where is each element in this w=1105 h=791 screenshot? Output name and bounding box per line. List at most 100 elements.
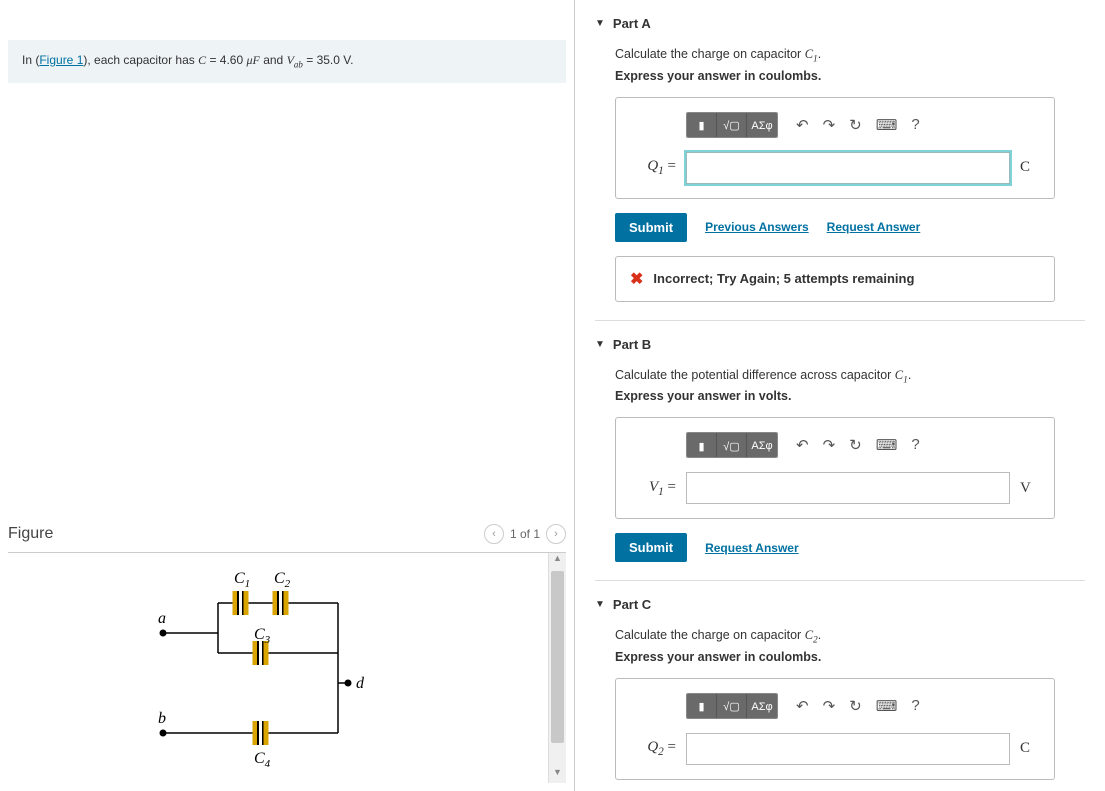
formula-tool-group: ▮ √▢ ΑΣφ bbox=[686, 432, 778, 458]
symbol: C bbox=[805, 47, 813, 61]
redo-button[interactable]: ↷ bbox=[823, 116, 836, 134]
fraction-tool-button[interactable]: ▮ bbox=[687, 113, 717, 138]
part-b-actions: Submit Request Answer bbox=[615, 533, 1085, 562]
next-figure-button[interactable]: › bbox=[546, 524, 566, 544]
svg-text:C4: C4 bbox=[254, 750, 271, 770]
prev-figure-button[interactable]: ‹ bbox=[484, 524, 504, 544]
feedback-text: Incorrect; Try Again; 5 attempts remaini… bbox=[653, 271, 914, 286]
circuit-diagram: C1 C2 C3 C4 a b d bbox=[8, 553, 548, 783]
request-answer-link[interactable]: Request Answer bbox=[705, 541, 799, 555]
svg-text:b: b bbox=[158, 710, 166, 727]
submit-button[interactable]: Submit bbox=[615, 213, 687, 242]
part-a-actions: Submit Previous Answers Request Answer bbox=[615, 213, 1085, 242]
part-c-answer-input[interactable] bbox=[686, 733, 1010, 765]
symbol-C: C bbox=[198, 53, 206, 67]
problem-statement: In (Figure 1), each capacitor has C = 4.… bbox=[8, 40, 566, 83]
request-answer-link[interactable]: Request Answer bbox=[827, 220, 921, 234]
formula-toolbar: ▮ √▢ ΑΣφ ↶ ↷ ↻ ⌨ ? bbox=[686, 693, 1038, 719]
part-b-header[interactable]: ▼ Part B bbox=[595, 329, 1085, 360]
part-a-header[interactable]: ▼ Part A bbox=[595, 8, 1085, 39]
edit-tools: ↶ ↷ ↻ ⌨ ? bbox=[796, 116, 920, 134]
part-c: ▼ Part C Calculate the charge on capacit… bbox=[595, 589, 1085, 791]
text: = 4.60 bbox=[206, 53, 246, 67]
unit-label: C bbox=[1020, 159, 1038, 176]
submit-button[interactable]: Submit bbox=[615, 533, 687, 562]
greek-tool-button[interactable]: ΑΣφ bbox=[747, 694, 777, 719]
formula-toolbar: ▮ √▢ ΑΣφ ↶ ↷ ↻ ⌨ ? bbox=[686, 112, 1038, 138]
part-c-prompt: Calculate the charge on capacitor C2. bbox=[615, 628, 1085, 646]
part-a-answer-box: ▮ √▢ ΑΣφ ↶ ↷ ↻ ⌨ ? Q1 = C bbox=[615, 97, 1055, 199]
keyboard-button[interactable]: ⌨ bbox=[876, 116, 898, 134]
part-c-title: Part C bbox=[613, 597, 651, 612]
svg-text:a: a bbox=[158, 610, 166, 627]
part-b-instruction: Express your answer in volts. bbox=[615, 389, 1085, 403]
text: and bbox=[260, 53, 287, 67]
text: . bbox=[818, 47, 821, 61]
keyboard-button[interactable]: ⌨ bbox=[876, 436, 898, 454]
fraction-tool-button[interactable]: ▮ bbox=[687, 694, 717, 719]
part-a-answer-input[interactable] bbox=[686, 152, 1010, 184]
part-a-title: Part A bbox=[613, 16, 651, 31]
left-pane: In (Figure 1), each capacitor has C = 4.… bbox=[0, 0, 575, 791]
help-button[interactable]: ? bbox=[911, 697, 919, 715]
incorrect-icon: ✖ bbox=[630, 269, 643, 289]
variable-label: V1 = bbox=[632, 479, 676, 498]
figure-link[interactable]: Figure 1 bbox=[39, 53, 83, 67]
part-c-header[interactable]: ▼ Part C bbox=[595, 589, 1085, 620]
sqrt-tool-button[interactable]: √▢ bbox=[717, 694, 747, 719]
figure-canvas: C1 C2 C3 C4 a b d ▲ ▼ bbox=[8, 553, 566, 783]
help-button[interactable]: ? bbox=[911, 436, 919, 454]
text: . bbox=[818, 628, 821, 642]
greek-tool-button[interactable]: ΑΣφ bbox=[747, 433, 777, 458]
redo-button[interactable]: ↷ bbox=[823, 436, 836, 454]
fraction-tool-button[interactable]: ▮ bbox=[687, 433, 717, 458]
figure-pager: ‹ 1 of 1 › bbox=[484, 524, 566, 544]
undo-button[interactable]: ↶ bbox=[796, 697, 809, 715]
help-button[interactable]: ? bbox=[911, 116, 919, 134]
symbol-V: V bbox=[287, 53, 294, 67]
sqrt-tool-button[interactable]: √▢ bbox=[717, 113, 747, 138]
undo-button[interactable]: ↶ bbox=[796, 116, 809, 134]
input-row: Q2 = C bbox=[632, 733, 1038, 765]
greek-tool-button[interactable]: ΑΣφ bbox=[747, 113, 777, 138]
part-a-instruction: Express your answer in coulombs. bbox=[615, 69, 1085, 83]
part-b-prompt: Calculate the potential difference acros… bbox=[615, 368, 1085, 386]
reset-button[interactable]: ↻ bbox=[849, 697, 862, 715]
sqrt-tool-button[interactable]: √▢ bbox=[717, 433, 747, 458]
text: Calculate the charge on capacitor bbox=[615, 628, 805, 642]
divider bbox=[595, 320, 1085, 321]
divider bbox=[595, 580, 1085, 581]
subscript: ab bbox=[294, 59, 303, 69]
input-row: V1 = V bbox=[632, 472, 1038, 504]
text: ), each capacitor has bbox=[83, 53, 198, 67]
scroll-thumb[interactable] bbox=[551, 571, 564, 743]
reset-button[interactable]: ↻ bbox=[849, 116, 862, 134]
pager-text: 1 of 1 bbox=[510, 527, 540, 541]
text: = 35.0 V. bbox=[303, 53, 354, 67]
reset-button[interactable]: ↻ bbox=[849, 436, 862, 454]
undo-button[interactable]: ↶ bbox=[796, 436, 809, 454]
keyboard-button[interactable]: ⌨ bbox=[876, 697, 898, 715]
part-a: ▼ Part A Calculate the charge on capacit… bbox=[595, 8, 1085, 302]
figure-scrollbar[interactable]: ▲ ▼ bbox=[548, 553, 566, 783]
text: In ( bbox=[22, 53, 39, 67]
redo-button[interactable]: ↷ bbox=[823, 697, 836, 715]
unit-label: V bbox=[1020, 480, 1038, 497]
scroll-up-icon[interactable]: ▲ bbox=[549, 553, 566, 569]
unit-label: C bbox=[1020, 740, 1038, 757]
variable-label: Q2 = bbox=[632, 739, 676, 758]
part-b-answer-input[interactable] bbox=[686, 472, 1010, 504]
caret-down-icon: ▼ bbox=[595, 18, 605, 29]
scroll-down-icon[interactable]: ▼ bbox=[549, 767, 566, 783]
svg-text:d: d bbox=[356, 675, 365, 692]
part-b: ▼ Part B Calculate the potential differe… bbox=[595, 329, 1085, 563]
part-b-answer-box: ▮ √▢ ΑΣφ ↶ ↷ ↻ ⌨ ? V1 = V bbox=[615, 417, 1055, 519]
formula-toolbar: ▮ √▢ ΑΣφ ↶ ↷ ↻ ⌨ ? bbox=[686, 432, 1038, 458]
text: Calculate the potential difference acros… bbox=[615, 368, 895, 382]
unit: μF bbox=[247, 53, 260, 67]
formula-tool-group: ▮ √▢ ΑΣφ bbox=[686, 693, 778, 719]
edit-tools: ↶ ↷ ↻ ⌨ ? bbox=[796, 436, 920, 454]
variable-label: Q1 = bbox=[632, 158, 676, 177]
previous-answers-link[interactable]: Previous Answers bbox=[705, 220, 809, 234]
input-row: Q1 = C bbox=[632, 152, 1038, 184]
